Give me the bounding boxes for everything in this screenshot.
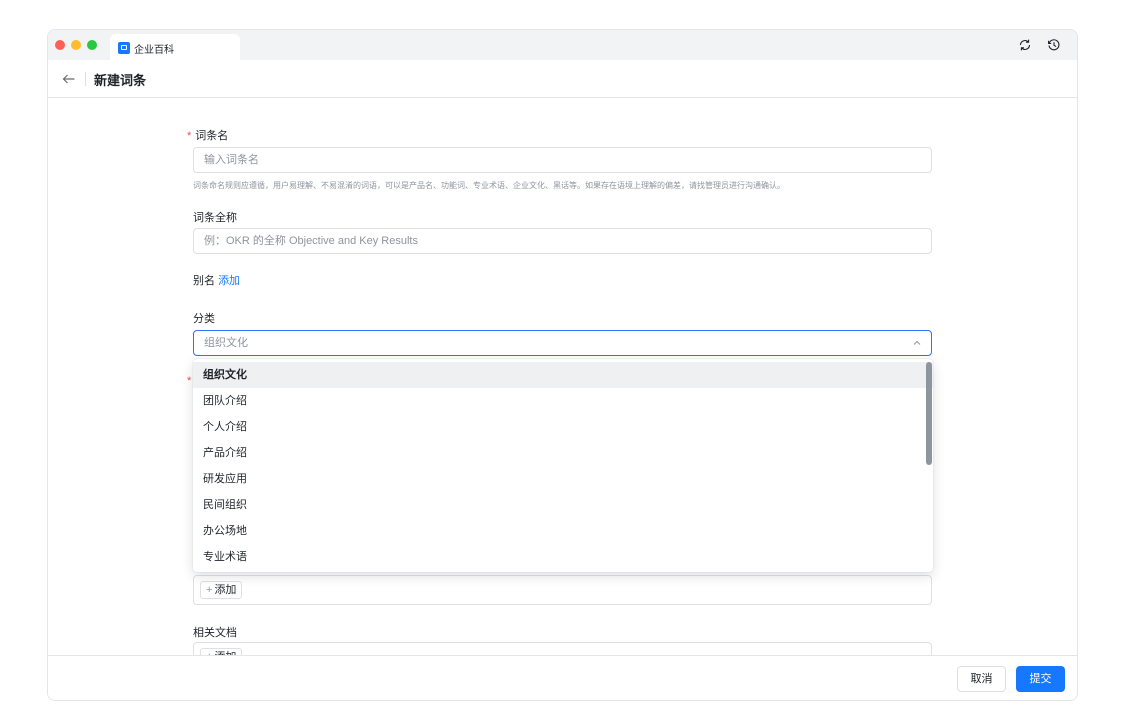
title-bar: 企业百科 — [48, 30, 1077, 60]
add-alias-link[interactable]: 添加 — [218, 275, 240, 287]
category-option[interactable]: 民间组织 — [193, 492, 933, 518]
tab-enterprise-wiki[interactable]: 企业百科 — [110, 34, 240, 60]
dropdown-scrollbar[interactable] — [926, 362, 932, 465]
category-dropdown: 组织文化 团队介绍 个人介绍 产品介绍 研发应用 民间组织 办公场地 专业术语 — [193, 359, 933, 572]
header-divider — [85, 72, 86, 86]
name-input[interactable]: 输入词条名 — [193, 147, 932, 173]
wiki-app-icon — [118, 42, 130, 54]
full-name-label: 词条全称 — [193, 212, 237, 224]
related-items-box: + 添加 — [193, 575, 932, 605]
category-option[interactable]: 办公场地 — [193, 518, 933, 544]
submit-button[interactable]: 提交 — [1016, 666, 1065, 692]
category-select[interactable]: 组织文化 — [193, 330, 932, 356]
close-window-button[interactable] — [55, 40, 65, 50]
category-option[interactable]: 产品介绍 — [193, 440, 933, 466]
page-title: 新建词条 — [94, 73, 147, 88]
history-icon[interactable] — [1047, 38, 1061, 52]
related-docs-label: 相关文档 — [193, 627, 237, 639]
back-arrow-icon[interactable] — [61, 71, 77, 87]
category-option[interactable]: 研发应用 — [193, 466, 933, 492]
tab-title: 企业百科 — [134, 45, 174, 56]
category-option[interactable]: 专业术语 — [193, 544, 933, 570]
category-option[interactable]: 个人介绍 — [193, 414, 933, 440]
category-selected-value: 组织文化 — [204, 337, 248, 349]
related-docs-add-button[interactable]: +添加 — [200, 648, 243, 655]
full-name-input[interactable]: 例：OKR 的全称 Objective and Key Results — [193, 228, 932, 254]
required-mark-hidden-field: * — [187, 375, 192, 387]
maximize-window-button[interactable] — [87, 40, 97, 50]
related-docs-box: +添加 — [193, 642, 932, 655]
name-field-label: * 词条名 — [187, 130, 229, 142]
page-header: 新建词条 — [48, 60, 1077, 98]
minimize-window-button[interactable] — [71, 40, 81, 50]
category-option[interactable]: 团队介绍 — [193, 388, 933, 414]
required-mark: * — [187, 130, 192, 142]
category-option[interactable]: 组织文化 — [193, 362, 933, 388]
alias-field: 别名 添加 — [193, 275, 241, 287]
category-label: 分类 — [193, 313, 215, 325]
form-footer: 取消 提交 — [48, 655, 1077, 700]
related-add-button[interactable]: + 添加 — [200, 581, 243, 599]
cancel-button[interactable]: 取消 — [957, 666, 1006, 692]
name-hint-text: 词条命名规则应遵循，用户易理解、不易混淆的词语，可以是产品名、功能词、专业术语、… — [193, 181, 785, 190]
chevron-up-icon — [912, 338, 922, 348]
refresh-icon[interactable] — [1018, 38, 1032, 52]
